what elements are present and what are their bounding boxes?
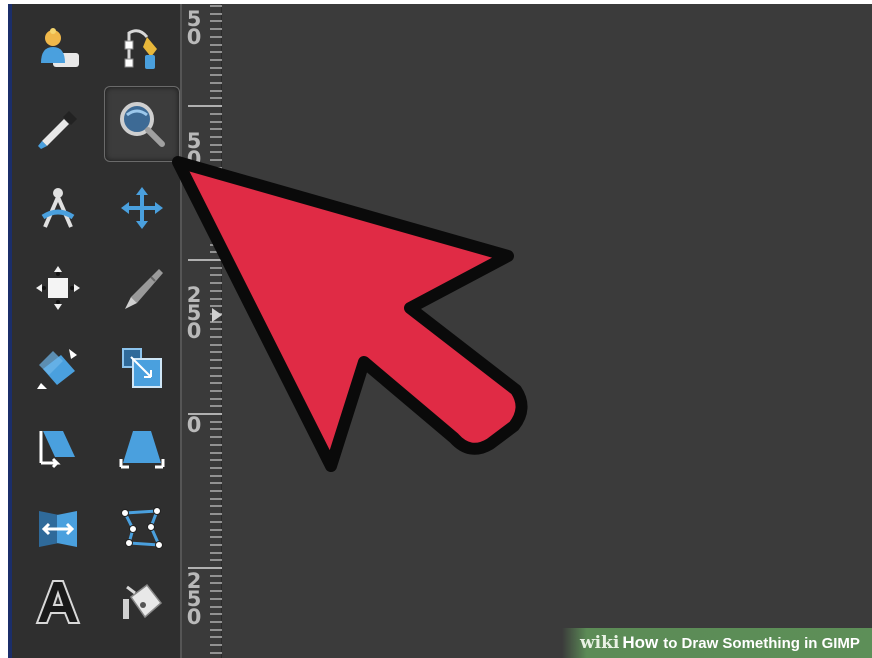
rotate-tool[interactable]	[20, 330, 96, 406]
paths-tool[interactable]	[104, 10, 180, 86]
flip-icon	[39, 511, 77, 547]
color-picker-tool[interactable]	[20, 90, 96, 166]
cage-icon	[121, 507, 163, 549]
text-tool[interactable]	[20, 564, 96, 640]
person-select-icon	[41, 28, 79, 67]
paths-pen-icon	[124, 29, 157, 69]
scale-icon	[122, 348, 162, 388]
ruler-label: 50	[186, 7, 202, 49]
perspective-tool[interactable]	[104, 410, 180, 486]
gimp-window: 50 50 250 0 250 wiki How to Draw Somethi…	[8, 4, 872, 658]
watermark-title: to Draw Something in GIMP	[663, 634, 860, 652]
flip-tool[interactable]	[20, 490, 96, 566]
move-tool[interactable]	[104, 170, 180, 246]
magnifier-icon	[120, 102, 165, 147]
measure-tool[interactable]	[20, 170, 96, 246]
zoom-tool[interactable]	[104, 86, 180, 162]
ruler-pointer-marker	[212, 308, 222, 322]
bucket-fill-tool[interactable]	[104, 564, 180, 640]
shear-icon	[39, 431, 75, 469]
foreground-select-tool[interactable]	[20, 10, 96, 86]
vertical-ruler[interactable]: 50 50 250 0 250	[180, 4, 222, 658]
cage-transform-tool[interactable]	[104, 490, 180, 566]
bucket-icon	[123, 583, 163, 619]
ruler-label: 50	[186, 129, 202, 171]
move-arrows-icon	[121, 187, 163, 229]
ruler-label: 0	[186, 413, 202, 437]
align-icon	[36, 266, 80, 310]
compass-icon	[41, 188, 75, 228]
knife-icon	[125, 269, 163, 309]
rotate-icon	[37, 349, 77, 389]
watermark-wiki: wiki	[580, 633, 620, 653]
watermark-how: How	[622, 633, 659, 652]
text-a-icon	[35, 580, 81, 624]
wikihow-watermark: wiki How to Draw Something in GIMP	[562, 628, 872, 658]
ruler-label: 250	[186, 283, 202, 343]
toolbox	[12, 4, 180, 658]
perspective-icon	[119, 431, 165, 469]
eyedropper-icon	[38, 111, 77, 149]
ruler-label: 250	[186, 569, 202, 629]
crop-tool[interactable]	[104, 250, 180, 326]
image-canvas[interactable]	[222, 4, 872, 658]
alignment-tool[interactable]	[20, 250, 96, 326]
scale-tool[interactable]	[104, 330, 180, 406]
shear-tool[interactable]	[20, 410, 96, 486]
